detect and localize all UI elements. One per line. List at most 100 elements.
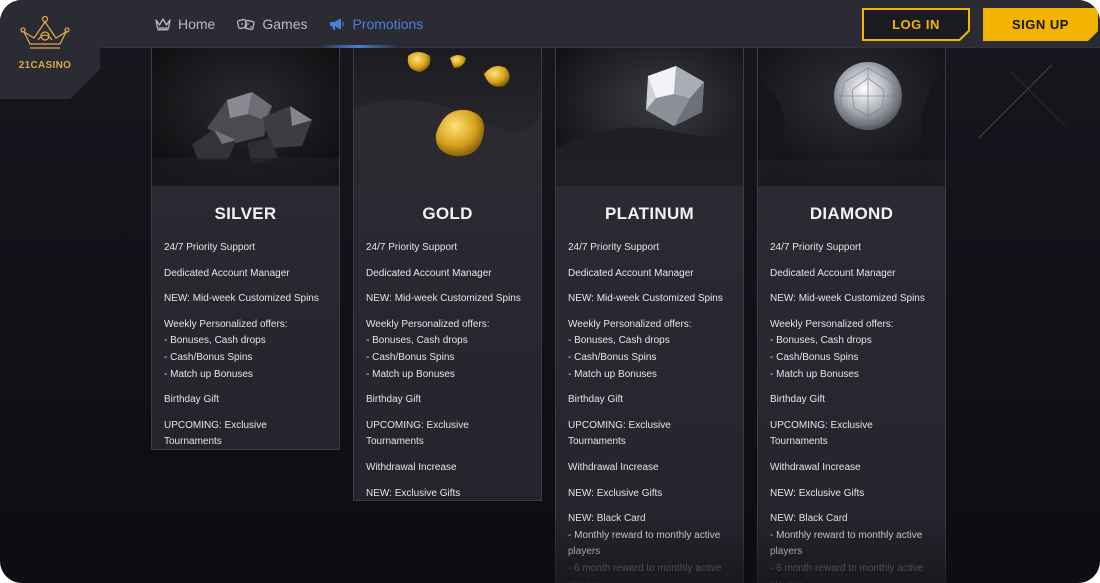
feature-title: Withdrawal Increase [770,461,861,473]
silver-ore-image [152,48,339,186]
feature-sub-item: - Cash/Bonus Spins [366,351,455,363]
feature-title: NEW: Mid-week Customized Spins [568,293,723,305]
feature-sub-item: - Match up Bonuses [568,368,657,380]
tier-card-silver: SILVER 24/7 Priority Support Dedicated Acc… [151,48,340,450]
feature-item: Dedicated Account Manager [164,266,327,283]
feature-sub-item-faded: - 6 month reward to monthly active playe… [770,562,924,583]
feature-item: NEW: Black Card - Monthly reward to month… [568,511,731,583]
feature-sub-item: - Match up Bonuses [164,368,253,380]
feature-title: NEW: Black Card [770,513,848,525]
feature-item: NEW: Mid-week Customized Spins [568,291,731,308]
feature-item: 24/7 Priority Support [568,240,731,257]
feature-item: Withdrawal Increase [770,460,933,477]
feature-item: Birthday Gift [366,392,529,409]
feature-sub-item: - Cash/Bonus Spins [164,351,253,363]
feature-item: Weekly Personalized offers: - Bonuses, Ca… [568,317,731,383]
feature-title: UPCOMING: Exclusive Tournaments [770,419,873,448]
feature-sub-item: - Match up Bonuses [770,368,859,380]
main-nav: Home Games Promotions [155,0,423,48]
feature-title: 24/7 Priority Support [366,242,458,253]
feature-item: Birthday Gift [164,392,327,409]
feature-item: Dedicated Account Manager [568,266,731,283]
tier-card-platinum: PLATINUM 24/7 Priority Support Dedicated A… [555,48,744,583]
feature-item: NEW: Exclusive Gifts [770,486,933,503]
megaphone-icon [329,17,345,31]
feature-item: Birthday Gift [568,392,731,409]
tier-name: DIAMOND [809,204,894,223]
feature-item: 24/7 Priority Support [164,240,327,257]
feature-list: 24/7 Priority Support Dedicated Account M… [152,224,339,451]
feature-item: 24/7 Priority Support [770,240,933,257]
feature-item: Dedicated Account Manager [366,266,529,283]
feature-list: 24/7 Priority Support Dedicated Account M… [354,224,541,502]
feature-item: 24/7 Priority Support [366,240,529,257]
feature-title: Dedicated Account Manager [568,267,694,279]
feature-item: Withdrawal Increase [366,460,529,477]
feature-sub-item: - Cash/Bonus Spins [568,351,657,363]
feature-item: Weekly Personalized offers: - Bonuses, Ca… [366,317,529,383]
feature-item: UPCOMING: Exclusive Tournaments [164,418,327,451]
logo[interactable]: 21CASINO [0,0,100,99]
feature-title: Birthday Gift [366,394,422,406]
top-navigation-bar: Home Games Promotions LOG IN SIGN UP [0,0,1100,48]
feature-item: NEW: Exclusive Gifts [568,486,731,503]
logo-text: 21CASINO [18,60,72,71]
nav-home-label: Home [178,16,216,32]
nav-promotions[interactable]: Promotions [329,16,423,32]
feature-title: 24/7 Priority Support [770,242,862,253]
feature-item: Dedicated Account Manager [770,266,933,283]
feature-title: NEW: Exclusive Gifts [366,487,461,499]
feature-title: Birthday Gift [164,394,220,406]
feature-title: Dedicated Account Manager [770,267,896,279]
feature-title: Weekly Personalized offers: [568,318,692,330]
signup-button-label: SIGN UP [1012,17,1069,32]
feature-title: NEW: Exclusive Gifts [770,487,865,499]
tier-name: GOLD [422,204,473,223]
feature-item: NEW: Exclusive Gifts [366,486,529,503]
feature-title: Birthday Gift [770,394,826,406]
nav-games-label: Games [262,16,308,32]
platinum-crystal-image [556,48,743,186]
feature-title: NEW: Mid-week Customized Spins [164,293,319,305]
feature-title: Weekly Personalized offers: [770,318,894,330]
tier-card-gold: GOLD 24/7 Priority Support Dedicated Accou… [353,48,542,501]
nav-games[interactable]: Games [237,16,307,32]
feature-title: Dedicated Account Manager [366,267,492,279]
feature-sub-item-faded: - 6 month reward to monthly active playe… [568,562,722,583]
feature-list: 24/7 Priority Support Dedicated Account M… [758,224,945,583]
feature-sub-item: - Cash/Bonus Spins [770,351,859,363]
feature-item: NEW: Mid-week Customized Spins [770,291,933,308]
feature-title: 24/7 Priority Support [568,242,660,253]
feature-title: Dedicated Account Manager [164,267,290,279]
tier-name: PLATINUM [605,204,694,223]
feature-title: NEW: Mid-week Customized Spins [770,293,925,305]
feature-item: Withdrawal Increase [568,460,731,477]
feature-sub-item: - Bonuses, Cash drops [568,335,670,347]
active-nav-indicator [318,45,398,48]
feature-title: Withdrawal Increase [568,461,659,473]
feature-item: NEW: Mid-week Customized Spins [164,291,327,308]
feature-sub-item: - Match up Bonuses [366,368,455,380]
feature-item: NEW: Mid-week Customized Spins [366,291,529,308]
feature-sub-item: - Monthly reward to monthly active playe… [568,529,721,558]
feature-title: Withdrawal Increase [366,461,457,473]
nav-home[interactable]: Home [155,16,215,32]
page-frame: SILVER 24/7 Priority Support Dedicated Acc… [0,0,1100,583]
feature-list: 24/7 Priority Support Dedicated Account M… [556,224,743,583]
signup-button[interactable]: SIGN UP [983,8,1098,41]
crown-icon [155,17,171,31]
feature-sub-item: - Bonuses, Cash drops [164,335,266,347]
feature-item: Weekly Personalized offers: - Bonuses, Ca… [164,317,327,383]
feature-item: UPCOMING: Exclusive Tournaments [366,418,529,451]
gold-nuggets-image [354,48,541,186]
feature-title: Birthday Gift [568,394,624,406]
feature-item: Weekly Personalized offers: - Bonuses, Ca… [770,317,933,383]
nav-promotions-label: Promotions [352,16,424,32]
feature-sub-item: - Bonuses, Cash drops [366,335,468,347]
login-button[interactable]: LOG IN [862,8,970,41]
feature-item: UPCOMING: Exclusive Tournaments [568,418,731,451]
login-button-label: LOG IN [892,17,940,32]
feature-title: UPCOMING: Exclusive Tournaments [164,419,267,448]
feature-sub-item: - Monthly reward to monthly active playe… [770,529,923,558]
feature-title: UPCOMING: Exclusive Tournaments [568,419,671,448]
